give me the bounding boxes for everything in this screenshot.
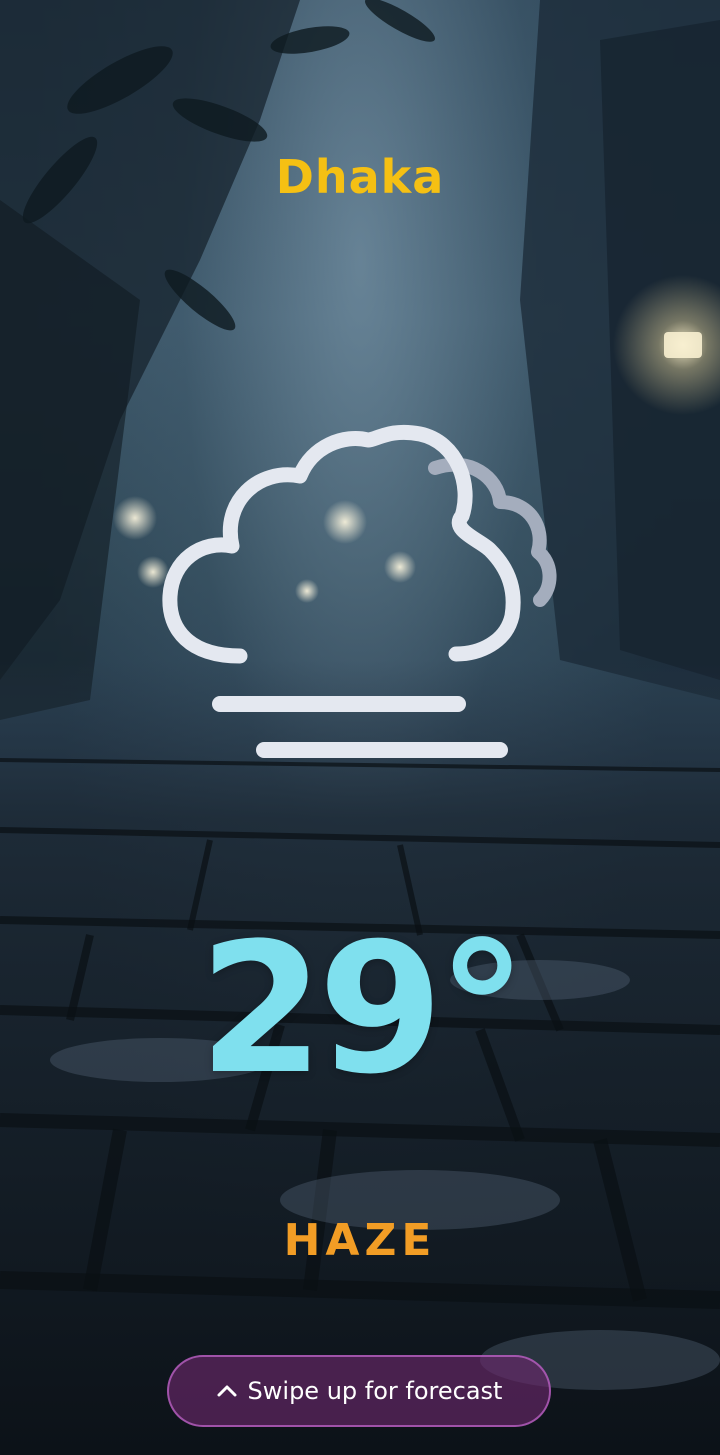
- weather-screen: Dhaka 29° HAZE Swipe up for forecast: [0, 0, 720, 1455]
- chevron-up-icon: [216, 1384, 238, 1398]
- city-name: Dhaka: [275, 150, 445, 204]
- swipe-up-forecast-button[interactable]: Swipe up for forecast: [167, 1355, 551, 1427]
- swipe-up-label: Swipe up for forecast: [247, 1377, 503, 1405]
- haze-icon: [162, 424, 557, 758]
- weather-condition: HAZE: [283, 1215, 437, 1266]
- temperature-value: 29°: [198, 905, 528, 1114]
